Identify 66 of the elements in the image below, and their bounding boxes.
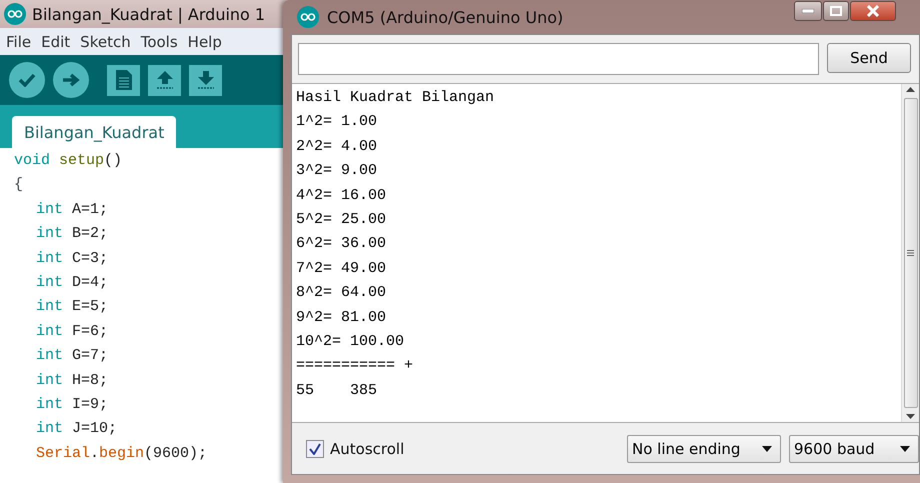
upload-button[interactable] [53, 62, 89, 98]
output-line: 4^2= 16.00 [296, 186, 388, 206]
maximize-icon [830, 6, 842, 16]
scroll-down-icon [906, 414, 915, 419]
autoscroll-checkbox[interactable] [306, 440, 324, 458]
send-button[interactable]: Send [827, 43, 911, 73]
code-line: int C=3; [35, 250, 110, 269]
code-line: int H=8; [35, 372, 110, 391]
new-button[interactable] [107, 64, 140, 96]
scroll-thumb[interactable] [904, 98, 918, 408]
output-line: 55 385 [296, 382, 378, 401]
arrow-up-icon [156, 70, 174, 90]
minimize-button[interactable] [794, 1, 822, 21]
code-line: int G=7; [35, 347, 110, 366]
output-line: 1^2= 1.00 [296, 113, 378, 132]
menu-item[interactable]: Edit [41, 32, 70, 50]
output-line: 6^2= 36.00 [296, 235, 388, 254]
checkmark-icon [309, 442, 321, 454]
output-line: 7^2= 49.00 [296, 260, 388, 279]
infinity-logo-icon [297, 6, 319, 28]
arrow-right-icon [62, 73, 80, 87]
output-line: 10^2= 100.00 [296, 332, 406, 352]
code-line: { [14, 176, 24, 196]
scrollbar[interactable] [901, 84, 919, 422]
menu-item[interactable]: Tools [140, 32, 178, 50]
output-line: 2^2= 4.00 [296, 138, 378, 157]
code-line: int D=4; [35, 274, 110, 293]
document-icon [116, 70, 132, 90]
checkbox-label: Autoscroll [330, 440, 404, 458]
maximize-button[interactable] [823, 1, 849, 21]
open-button[interactable] [148, 64, 181, 96]
grip-icon [907, 250, 914, 256]
output-line: 5^2= 25.00 [296, 210, 388, 230]
baud-rate-dropdown[interactable]: 9600 baud [789, 434, 919, 462]
output-line: 8^2= 64.00 [296, 284, 388, 304]
code-line: int A=1; [35, 200, 110, 220]
close-button[interactable] [850, 1, 896, 21]
window-title: COM5 (Arduino/Genuino Uno) [327, 8, 564, 26]
caret-icon [900, 446, 910, 452]
code-line: int B=2; [35, 225, 110, 244]
output-line: =========== + [296, 357, 414, 376]
scroll-up-icon [906, 87, 915, 92]
save-button[interactable] [189, 64, 222, 96]
menu-item[interactable]: Sketch [80, 32, 131, 50]
code-line: int J=10; [35, 420, 118, 440]
code-line: void setup() [14, 152, 124, 171]
output-line: Hasil Kuadrat Bilangan [296, 89, 496, 108]
verify-button[interactable] [9, 62, 45, 98]
output-line: 9^2= 81.00 [296, 308, 388, 328]
code-line: int E=5; [35, 298, 110, 318]
checkmark-icon [18, 73, 36, 87]
tab[interactable]: Bilangan_Kuadrat [12, 116, 176, 148]
code-line: int F=6; [35, 322, 110, 342]
arrow-down-icon [196, 70, 214, 90]
menu-item[interactable]: File [6, 32, 32, 50]
infinity-logo-icon [4, 3, 26, 25]
caret-icon [762, 446, 772, 452]
close-icon [867, 5, 879, 17]
message-input-field[interactable] [298, 43, 819, 75]
output-line: 3^2= 9.00 [296, 162, 378, 182]
window-title: Bilangan_Kuadrat | Arduino 1 [32, 4, 266, 24]
code-line: int I=9; [35, 396, 110, 415]
code-line: Serial.begin(9600); [35, 444, 208, 464]
line-ending-dropdown[interactable]: No line ending [627, 434, 781, 462]
minimize-icon [802, 9, 814, 13]
menu-item[interactable]: Help [188, 32, 222, 50]
